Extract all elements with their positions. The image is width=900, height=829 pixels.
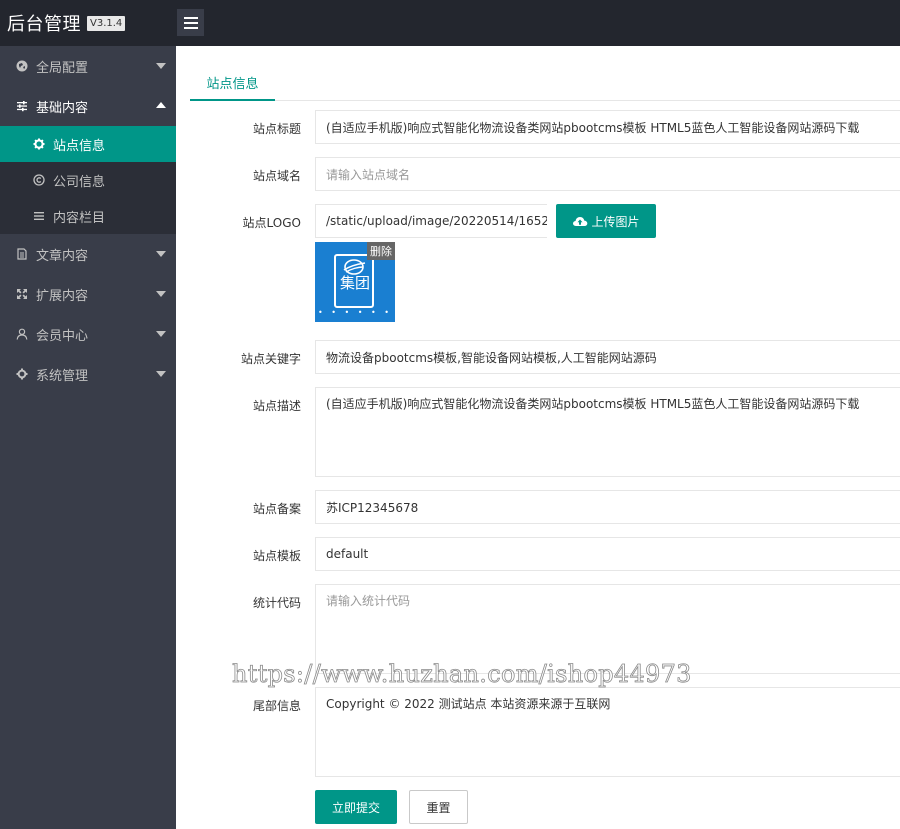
sidebar-item-label: 站点信息 <box>53 138 106 154</box>
submenu-basic-content: 站点信息 公司信息 内容栏目 <box>0 126 176 234</box>
site-template-input[interactable]: default <box>315 537 900 571</box>
chevron-down-icon <box>156 371 166 377</box>
site-logo-path-input[interactable]: /static/upload/image/20220514/1652534 <box>315 204 547 238</box>
field-label: 站点域名 <box>252 169 301 183</box>
brand-title: 后台管理 <box>7 14 81 35</box>
sidebar-item-label: 基础内容 <box>36 100 89 116</box>
field-label: 站点备案 <box>252 502 301 516</box>
sidebar-item-site-info[interactable]: 站点信息 <box>0 126 176 162</box>
tab-site-info[interactable]: 站点信息 <box>190 65 275 101</box>
chevron-up-icon <box>156 102 166 108</box>
sidebar-item-extensions[interactable]: 扩展内容 <box>0 274 176 314</box>
tab-bar: 站点信息 <box>190 65 900 101</box>
field-label: 尾部信息 <box>252 699 301 713</box>
top-bar: 后台管理 V3.1.4 <box>0 0 900 46</box>
sidebar-item-company-info[interactable]: 公司信息 <box>0 162 176 198</box>
upload-button-label: 上传图片 <box>591 214 640 229</box>
site-icp-input[interactable]: 苏ICP12345678 <box>315 490 900 524</box>
sidebar-item-global-config[interactable]: 全局配置 <box>0 46 176 86</box>
expand-icon <box>16 288 28 300</box>
chevron-down-icon <box>156 251 166 257</box>
field-label: 站点标题 <box>252 122 301 136</box>
sidebar-item-label: 会员中心 <box>36 328 89 344</box>
admin-app: 后台管理 V3.1.4 全局配置 基础内容 站点信息 公司信息 内容栏目 文章内… <box>0 0 900 829</box>
logo-thumb-text: 集团 <box>339 274 370 292</box>
globe-icon <box>16 60 28 72</box>
sidebar-item-system[interactable]: 系统管理 <box>0 354 176 394</box>
site-description-textarea[interactable]: (自适应手机版)响应式智能化物流设备类网站pbootcms模板 HTML5蓝色人… <box>315 387 900 477</box>
user-icon <box>16 328 28 340</box>
copyright-icon <box>33 174 45 186</box>
sidebar-item-label: 内容栏目 <box>53 210 106 226</box>
brand: 后台管理 V3.1.4 <box>0 0 176 46</box>
stats-code-textarea[interactable]: 请输入统计代码 <box>315 584 900 674</box>
sidebar-item-members[interactable]: 会员中心 <box>0 314 176 354</box>
sidebar-item-label: 公司信息 <box>53 174 106 190</box>
field-label: 站点关键字 <box>240 352 301 366</box>
site-domain-input[interactable]: 请输入站点域名 <box>315 157 900 191</box>
cloud-upload-icon <box>573 217 588 226</box>
upload-image-button[interactable]: 上传图片 <box>556 204 656 238</box>
reset-button[interactable]: 重置 <box>409 790 468 824</box>
sidebar-item-basic-content[interactable]: 基础内容 <box>0 86 176 126</box>
field-label: 站点LOGO <box>242 216 301 230</box>
gear-icon <box>16 368 28 380</box>
logo-thumb-dots: • • • • • • <box>317 308 393 317</box>
delete-logo-button[interactable]: 删除 <box>367 242 395 260</box>
sidebar-item-articles[interactable]: 文章内容 <box>0 234 176 274</box>
field-label: 统计代码 <box>252 596 301 610</box>
sidebar-item-label: 文章内容 <box>36 248 89 264</box>
site-title-input[interactable]: (自适应手机版)响应式智能化物流设备类网站pbootcms模板 HTML5蓝色人… <box>315 110 900 144</box>
field-label: 站点模板 <box>252 549 301 563</box>
footer-info-textarea[interactable]: Copyright © 2022 测试站点 本站资源来源于互联网 <box>315 687 900 777</box>
sidebar-item-label: 全局配置 <box>36 60 89 76</box>
sidebar-item-label: 扩展内容 <box>36 288 89 304</box>
list-icon <box>33 210 45 222</box>
chevron-down-icon <box>156 331 166 337</box>
site-keywords-input[interactable]: 物流设备pbootcms模板,智能设备网站模板,人工智能网站源码 <box>315 340 900 374</box>
chevron-down-icon <box>156 63 166 69</box>
field-label: 站点描述 <box>252 399 301 413</box>
hamburger-icon[interactable] <box>177 9 204 36</box>
gear-icon <box>33 138 45 150</box>
sliders-icon <box>16 100 28 112</box>
document-icon <box>16 248 28 260</box>
main-content: 站点信息 站点标题 (自适应手机版)响应式智能化物流设备类网站pbootcms模… <box>177 46 900 829</box>
chevron-down-icon <box>156 291 166 297</box>
version-badge: V3.1.4 <box>87 15 126 31</box>
sidebar-item-content-columns[interactable]: 内容栏目 <box>0 198 176 234</box>
logo-thumbnail: 集团 • • • • • • 删除 <box>315 242 395 322</box>
submit-button[interactable]: 立即提交 <box>315 790 397 824</box>
sidebar: 全局配置 基础内容 站点信息 公司信息 内容栏目 文章内容 扩展内容 会员中心 … <box>0 46 176 829</box>
sidebar-item-label: 系统管理 <box>36 368 89 384</box>
